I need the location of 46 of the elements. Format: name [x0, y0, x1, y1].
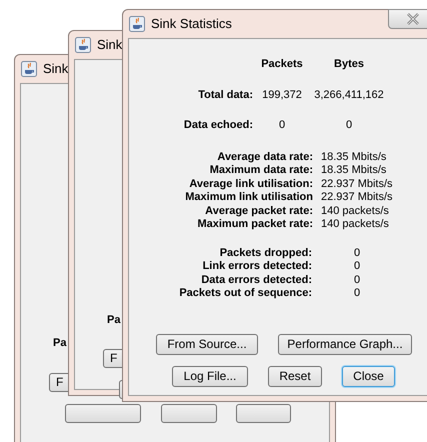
row-label: Data errors detected: — [200, 274, 312, 287]
table-cell-text: 3,266,411,162 — [313, 88, 385, 102]
row-label: Data echoed: — [182, 118, 253, 133]
table-cell-text: 22.937 Mbits/s — [321, 191, 394, 204]
button[interactable]: Reset — [268, 366, 322, 386]
table-cell-text: 0 — [352, 274, 362, 287]
table-cell-text: 0 — [344, 118, 354, 133]
row-label: Maximum data rate: — [208, 164, 313, 178]
cup-icon — [21, 61, 37, 77]
table-cell-text: 140 packets/s — [321, 218, 390, 232]
table-cell-text: 22.937 Mbits/s — [321, 178, 394, 191]
cup-icon — [129, 16, 145, 32]
window-title: Sink Statistics — [151, 15, 232, 34]
button[interactable]: From Source... — [156, 334, 258, 354]
row-label: Packets out of sequence: — [178, 287, 312, 300]
column-header: Packets — [260, 57, 304, 72]
row-label: Maximum link utilisation — [184, 191, 313, 204]
button[interactable]: Close — [342, 366, 395, 386]
table-cell-text: 0 — [278, 118, 286, 133]
row-label: Total data: — [197, 88, 253, 102]
button[interactable] — [236, 404, 291, 423]
cup-icon — [75, 37, 91, 53]
row-label: Average link utilisation: — [188, 178, 313, 191]
row-label: Packets dropped: — [218, 246, 312, 260]
table-cell-text: 0 — [352, 287, 362, 300]
row-label: Link errors detected: — [202, 260, 312, 274]
table-cell-text: 199,372 — [261, 88, 303, 102]
button[interactable]: Log File... — [172, 366, 248, 386]
close-icon — [406, 13, 420, 25]
close-button[interactable] — [388, 9, 427, 29]
button[interactable]: Performance Graph... — [278, 334, 412, 354]
window-title: Sink — [43, 60, 68, 78]
table-cell-text: 140 packets/s — [321, 204, 390, 218]
row-label: Average data rate: — [216, 150, 313, 164]
row-label: Maximum packet rate: — [196, 218, 313, 232]
table-cell-text: 0 — [352, 260, 362, 274]
column-header: Bytes — [333, 57, 365, 72]
row-label: Average packet rate: — [204, 204, 313, 218]
label-text: Pa — [53, 336, 66, 351]
label-text: Pa — [107, 313, 120, 328]
window-title: Sink — [97, 36, 122, 54]
button[interactable] — [65, 404, 141, 423]
button[interactable] — [161, 404, 217, 423]
table-cell-text: 18.35 Mbits/s — [321, 150, 388, 164]
table-cell-text: 18.35 Mbits/s — [321, 164, 388, 178]
table-cell-text: 0 — [352, 246, 362, 260]
